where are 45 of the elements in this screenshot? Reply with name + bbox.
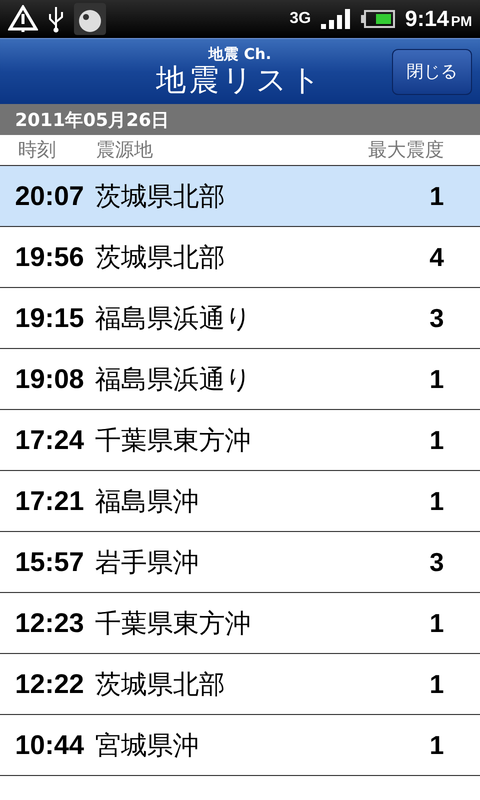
time-text: 17:24 [15,424,86,456]
epicenter-text: 千葉県東方沖 [95,608,252,640]
column-header: 最大震度 [368,138,444,163]
intensity-text: 4 [430,242,444,272]
intensity-text: 3 [430,546,444,578]
intensity-text: 1 [430,180,444,212]
time-text: 19:56 [15,242,86,272]
epicenter-text: 千葉県東方沖 [95,424,252,458]
time-text: 20:07 [15,180,86,212]
battery-icon [360,10,395,28]
usb-icon [48,5,64,33]
time-text: 12:22 [15,668,86,700]
intensity-text: 1 [430,486,444,516]
clock-meridiem: PM [451,13,472,29]
signal-icon [320,9,351,29]
close-button[interactable]: 閉じる [392,48,472,94]
epicenter-text: 茨城県北部 [95,242,226,274]
intensity-text: 1 [430,608,444,638]
time-text: 15:57 [15,546,86,578]
screen-title: 地震リスト [156,64,324,98]
time-text: 10:44 [15,730,86,760]
time-text: 17:21 [15,486,86,516]
clock: 9:14 [404,6,449,32]
date-bar: 2011年05月26日 [0,104,480,135]
epicenter-text: 福島県浜通り [95,364,253,396]
epicenter-text: 福島県沖 [95,486,200,518]
warning-icon [8,5,38,33]
intensity-text: 1 [430,364,444,394]
time-text: 12:23 [15,608,86,638]
epicenter-text: 福島県浜通り [95,302,253,336]
column-header: 震源地 [96,138,154,163]
epicenter-text: 茨城県北部 [95,180,226,214]
epicenter-text: 宮城県沖 [95,730,200,762]
intensity-text: 3 [430,302,444,334]
epicenter-text: 茨城県北部 [95,668,226,702]
app-name: 地震 Ch. [208,45,272,64]
intensity-text: 1 [430,424,444,456]
time-text: 19:08 [15,364,86,394]
time-text: 19:15 [15,302,86,334]
intensity-text: 1 [430,730,444,760]
network-type: 3G [290,10,311,28]
earthquake-row[interactable]: 20:07 茨城県北部 1 [0,166,480,227]
epicenter-text: 岩手県沖 [95,546,200,580]
intensity-text: 1 [430,668,444,700]
column-header: 時刻 [18,138,57,163]
